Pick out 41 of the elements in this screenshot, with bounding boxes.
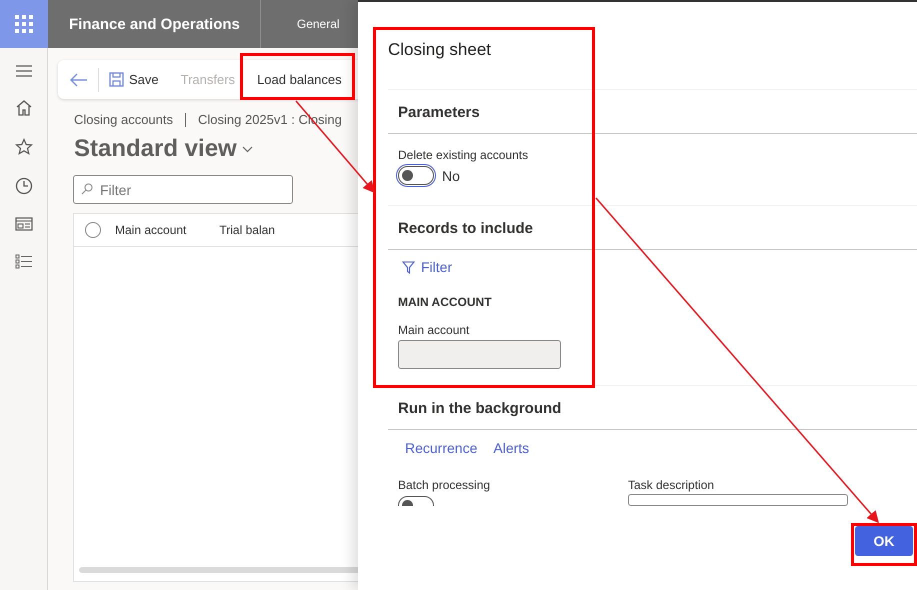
- section-title[interactable]: Parameters: [398, 104, 917, 121]
- search-icon: [81, 183, 93, 195]
- company-name[interactable]: General: [296, 17, 340, 31]
- field-label: Delete existing accounts: [398, 148, 528, 162]
- main-account-field[interactable]: [398, 340, 561, 369]
- ok-button[interactable]: OK: [855, 526, 913, 556]
- section-title[interactable]: Records to include: [398, 220, 917, 237]
- back-arrow-icon[interactable]: [70, 72, 88, 86]
- app-title: Finance and Operations: [69, 16, 240, 32]
- column-header[interactable]: Trial balan: [219, 223, 275, 237]
- toggle-switch[interactable]: [398, 166, 434, 185]
- menu-icon[interactable]: [14, 64, 32, 78]
- save-button[interactable]: Save: [129, 72, 159, 87]
- star-icon[interactable]: [14, 138, 32, 156]
- field-label: Main account: [398, 323, 470, 337]
- toolbar-button[interactable]: Load balances: [257, 72, 342, 87]
- filter-link[interactable]: Filter: [402, 259, 452, 275]
- toggle-value: No: [442, 168, 460, 184]
- group-heading: MAIN ACCOUNT: [398, 295, 492, 309]
- workspace-icon[interactable]: [14, 216, 32, 232]
- funnel-icon: [402, 260, 415, 274]
- view-title: Standard view: [74, 135, 237, 163]
- filter-field[interactable]: Filter: [73, 175, 293, 204]
- breadcrumb-link[interactable]: Closing accounts: [74, 112, 173, 127]
- select-all-radio[interactable]: [85, 222, 101, 238]
- dialog-title: Closing sheet: [388, 40, 492, 60]
- chevron-down-icon[interactable]: [242, 146, 253, 152]
- field-label: Batch processing: [398, 478, 492, 492]
- clock-icon[interactable]: [14, 177, 32, 195]
- home-icon[interactable]: [14, 99, 32, 117]
- list-icon[interactable]: [14, 253, 32, 269]
- waffle-icon: [15, 15, 33, 33]
- highlight-frame: [851, 523, 917, 566]
- save-icon: [109, 72, 124, 87]
- task-description-field[interactable]: [628, 494, 848, 506]
- section-title[interactable]: Run in the background: [398, 400, 917, 417]
- column-header[interactable]: Main account: [115, 223, 186, 237]
- field-label: Task description: [628, 478, 716, 492]
- tab-link[interactable]: Recurrence: [405, 440, 478, 456]
- app-launcher-button[interactable]: [0, 0, 48, 48]
- tab-link[interactable]: Alerts: [493, 440, 530, 456]
